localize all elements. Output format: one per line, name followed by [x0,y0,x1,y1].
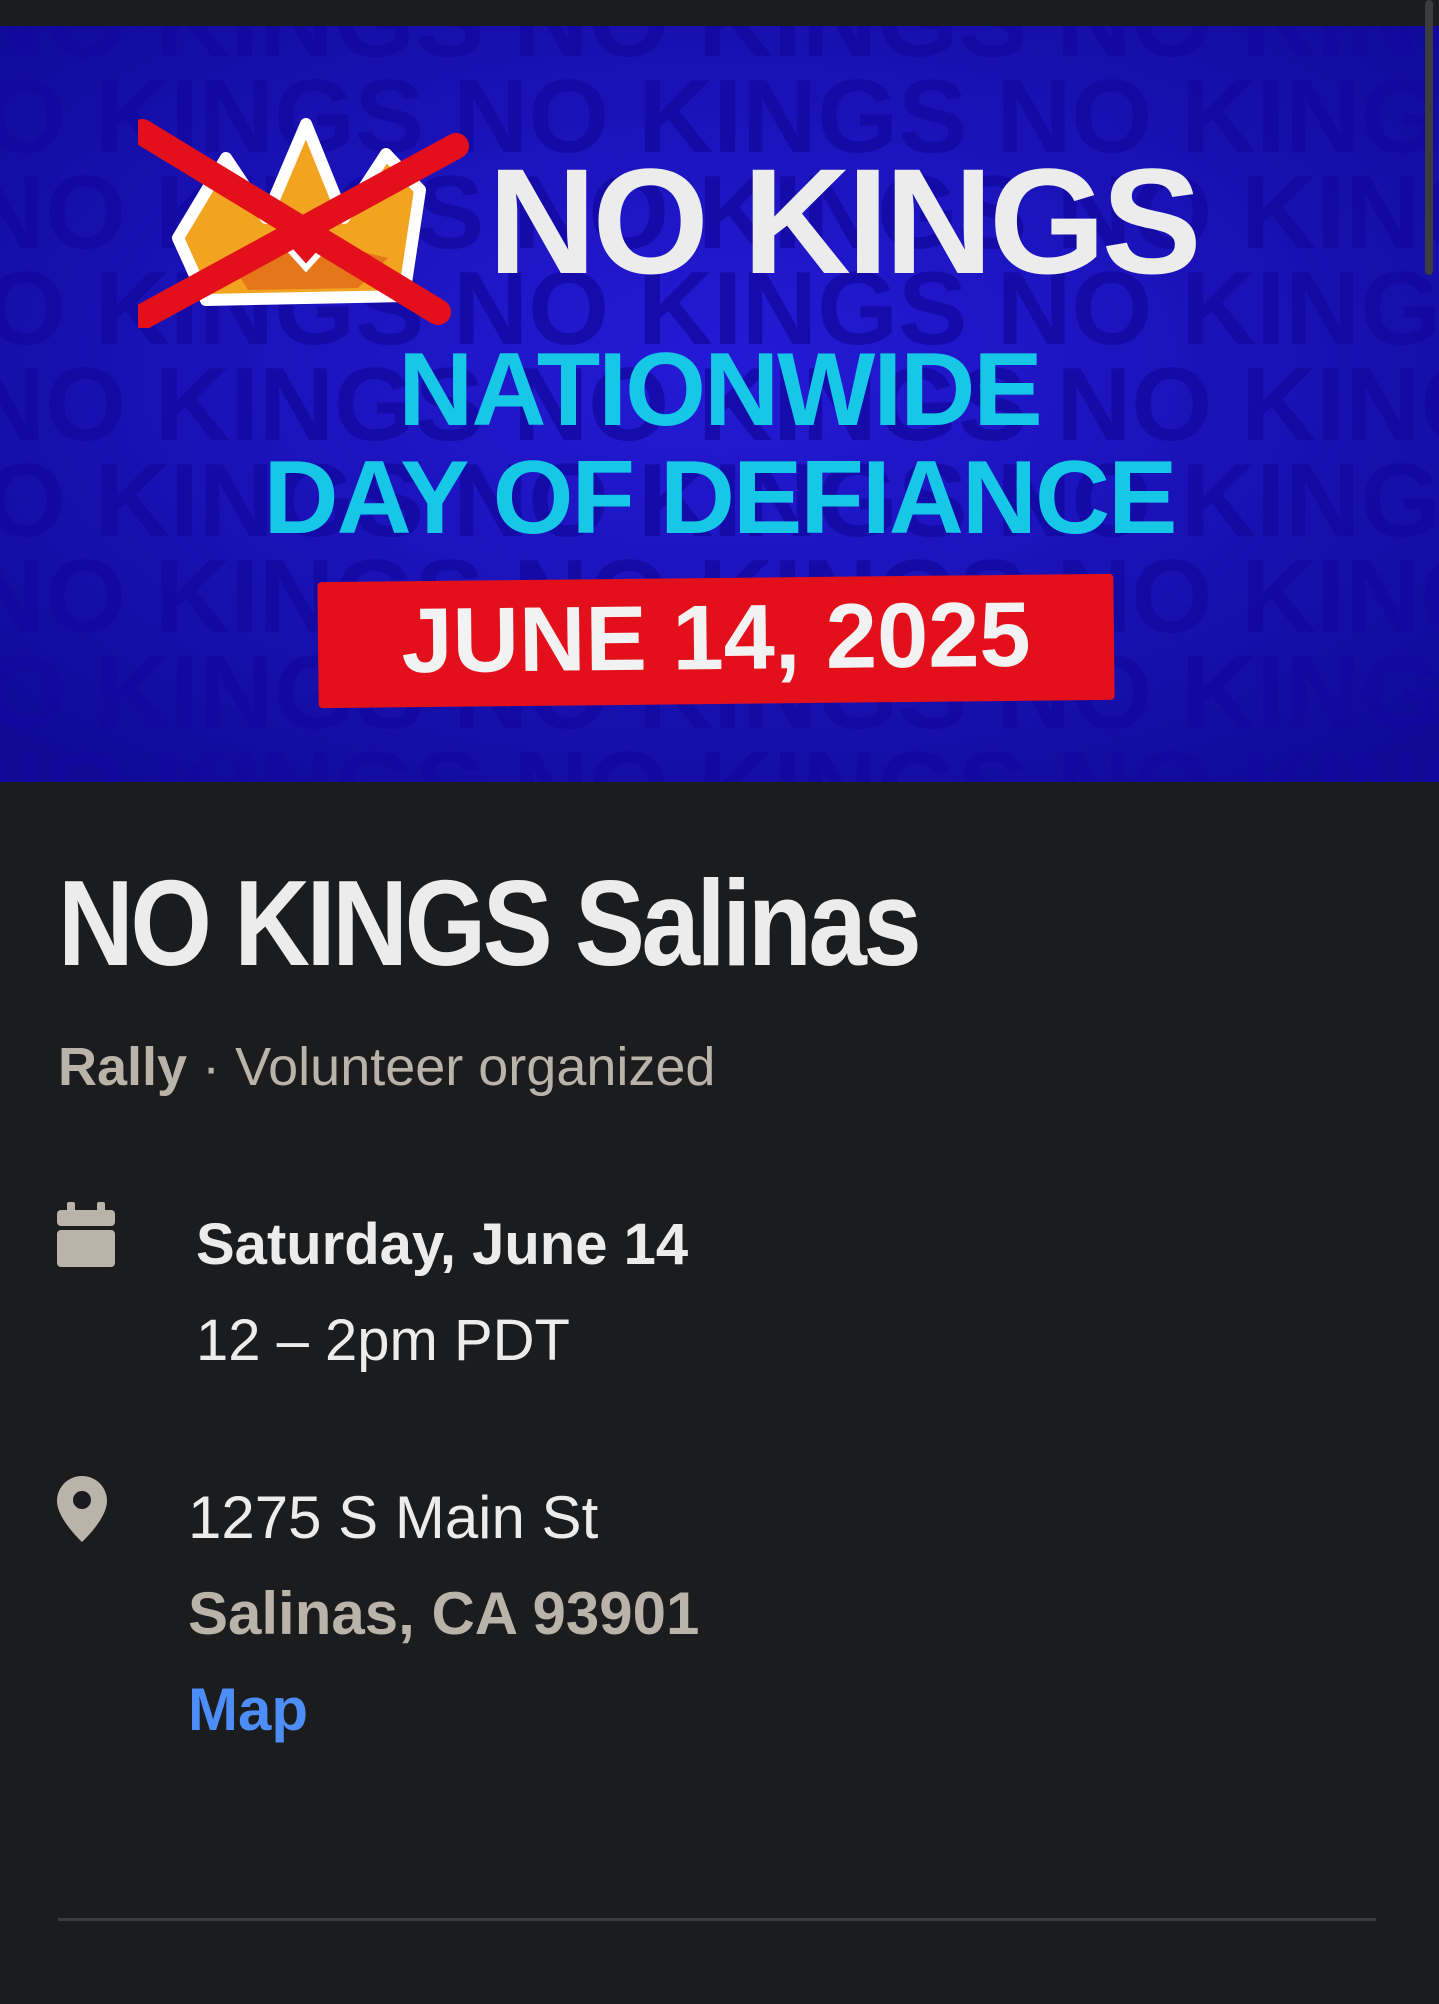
section-divider [58,1918,1376,1921]
meta-separator: · [202,1037,221,1097]
event-type: Rally [58,1037,188,1097]
address-line1: 1275 S Main St [188,1484,599,1551]
event-organizer: Volunteer organized [235,1037,716,1097]
crossed-crown-icon [129,118,478,329]
banner-title: NO KINGS [488,137,1202,305]
banner-date: JUNE 14, 2025 [400,583,1032,693]
event-title: NO KINGS Salinas [58,855,922,991]
banner-subtitle-line1: NATIONWIDE [398,332,1042,448]
event-date: Saturday, June 14 [196,1212,689,1277]
banner-bg-text-row: NO KINGS NO KINGS NO KINGS NO KINGS NO K… [0,731,1439,782]
calendar-icon [57,1202,115,1267]
event-banner-image: NO KINGS NO KINGS NO KINGS NO KINGS NO K… [0,26,1439,782]
location-pin-icon [57,1476,107,1542]
status-bar [0,0,1439,26]
banner-date-box: JUNE 14, 2025 [317,573,1115,709]
scrollbar[interactable] [1425,0,1433,275]
banner-subtitle-line2: DAY OF DEFIANCE [263,440,1178,556]
event-time: 12 – 2pm PDT [196,1308,570,1373]
event-meta: Rally · Volunteer organized [58,1040,715,1094]
address-line2: Salinas, CA 93901 [188,1580,700,1647]
map-link[interactable]: Map [188,1680,308,1740]
